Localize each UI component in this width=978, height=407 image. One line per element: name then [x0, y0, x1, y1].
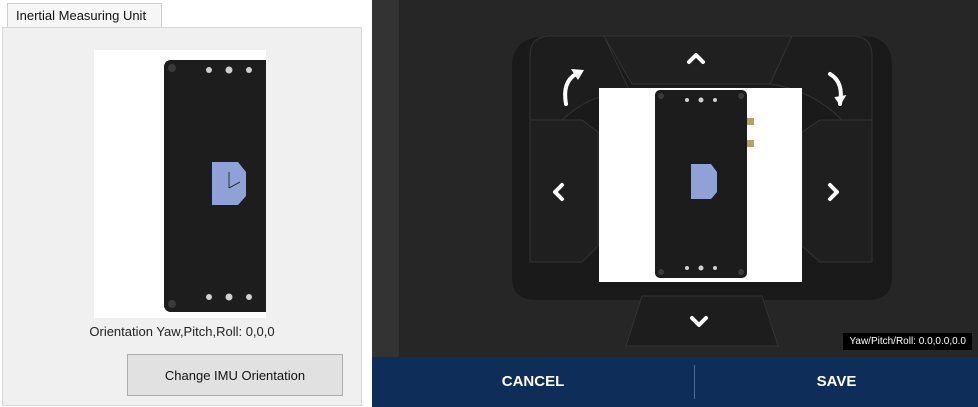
tab-inertial-measuring-unit[interactable]: Inertial Measuring Unit — [7, 3, 162, 27]
imu-preview-frame — [599, 88, 802, 282]
imu-preview-image — [655, 90, 754, 278]
cancel-button[interactable]: CANCEL — [372, 357, 694, 407]
orientation-dialog: Yaw/Pitch/Roll: 0.0,0.0,0.0 CANCEL SAVE — [372, 0, 978, 407]
yaw-left-button[interactable] — [529, 119, 599, 263]
pitch-up-button[interactable] — [603, 35, 793, 85]
save-button[interactable]: SAVE — [695, 357, 978, 407]
change-imu-orientation-button[interactable]: Change IMU Orientation — [127, 354, 343, 396]
orientation-status-text: Orientation Yaw,Pitch,Roll: 0,0,0 — [89, 324, 275, 339]
dialog-footer: CANCEL SAVE — [372, 357, 978, 407]
yaw-pitch-roll-readout: Yaw/Pitch/Roll: 0.0,0.0,0.0 — [843, 333, 972, 350]
imu-settings-panel: Inertial Measuring Unit Orientation Yaw,… — [0, 0, 364, 407]
imu-device-image — [164, 60, 304, 312]
imu-device-photo — [94, 50, 304, 318]
